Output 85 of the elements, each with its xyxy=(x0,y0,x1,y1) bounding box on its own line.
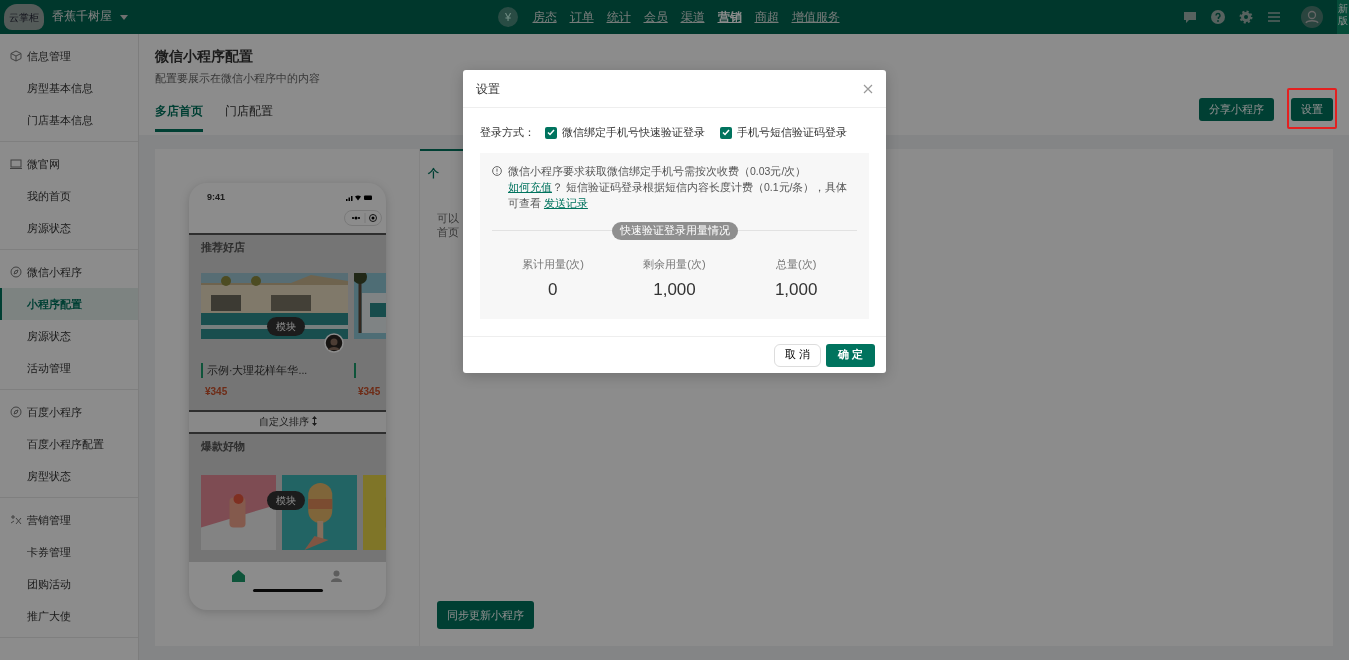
checkbox[interactable] xyxy=(720,126,732,139)
checkbox[interactable] xyxy=(545,126,557,139)
checkbox-label[interactable]: 手机号短信验证码登录 xyxy=(737,125,847,141)
sidebar-item[interactable]: 卡券管理 xyxy=(0,536,138,568)
section-title: 推荐好店 xyxy=(201,240,246,255)
nav-link[interactable]: 渠道 xyxy=(674,0,711,34)
status-icons xyxy=(346,194,372,201)
nav-link[interactable]: 商超 xyxy=(748,0,785,34)
sidebar-item[interactable]: 小程序配置 xyxy=(0,288,138,320)
card-price: ¥345 xyxy=(205,385,228,400)
settings-icon[interactable] xyxy=(1239,10,1253,24)
field-label: 登录方式： xyxy=(480,125,535,140)
person-icon xyxy=(330,570,344,582)
store-name[interactable]: 香蕉千树屋 xyxy=(52,8,112,26)
sort-icon xyxy=(311,416,317,426)
share-button[interactable]: 分享小程序 xyxy=(1199,98,1274,121)
page-title: 微信小程序配置 xyxy=(155,48,254,65)
avatar-icon[interactable] xyxy=(1301,6,1323,28)
sidebar-item[interactable]: 推广大使 xyxy=(0,600,138,632)
dialog-title: 设置 xyxy=(476,80,500,98)
sidebar-item[interactable]: 房源状态 xyxy=(0,212,138,244)
sidebar-group-title[interactable]: 微信小程序 xyxy=(27,263,82,281)
cube-icon xyxy=(10,50,22,62)
laptop-icon xyxy=(10,158,22,170)
sidebar-item[interactable]: 活动管理 xyxy=(0,352,138,384)
nav-link[interactable]: 会员 xyxy=(637,0,674,34)
sidebar-group-title[interactable]: 信息管理 xyxy=(27,47,71,65)
sidebar-group-title[interactable]: 营销管理 xyxy=(27,511,71,529)
stat-label: 总量(次) xyxy=(775,256,818,272)
page-subtitle: 配置要展示在微信小程序中的内容 xyxy=(155,70,321,86)
sidebar-item[interactable]: 团购活动 xyxy=(0,568,138,600)
tab[interactable]: 门店配置 xyxy=(225,103,273,132)
nav-link[interactable]: 统计 xyxy=(600,0,637,34)
module-label[interactable]: 模块 xyxy=(267,317,305,336)
sidebar-item[interactable]: 百度小程序配置 xyxy=(0,428,138,460)
stat-label: 剩余用量(次) xyxy=(642,256,707,272)
home-indicator xyxy=(252,589,323,592)
nav-link[interactable]: 增值服务 xyxy=(785,0,846,34)
sidebar-item[interactable]: 房型状态 xyxy=(0,460,138,492)
stat-value: 0 xyxy=(547,279,559,301)
confirm-button[interactable]: 确 定 xyxy=(826,343,875,367)
sort-bar[interactable]: 自定义排序 xyxy=(189,410,386,432)
sparkle-icon xyxy=(10,514,22,526)
sidebar-item[interactable]: 门店基本信息 xyxy=(0,104,138,136)
sync-button[interactable]: 同步更新小程序 xyxy=(437,601,534,629)
capsule-icon[interactable] xyxy=(344,210,382,226)
home-icon xyxy=(231,570,245,582)
recharge-link[interactable]: 如何充值 xyxy=(508,180,552,193)
settings-button[interactable]: 设置 xyxy=(1291,98,1333,121)
panel-text: 可以 xyxy=(437,211,460,225)
nav-link[interactable]: 房态 xyxy=(526,0,563,34)
cancel-button[interactable]: 取 消 xyxy=(774,343,822,367)
panel-text: 首页 xyxy=(437,225,460,239)
checkbox-label[interactable]: 微信绑定手机号快速验证登录 xyxy=(562,125,705,141)
compass-icon xyxy=(10,266,22,278)
info-icon xyxy=(492,165,502,176)
stat-value: 1,000 xyxy=(773,279,819,301)
compass-icon xyxy=(10,406,22,418)
nav-link[interactable]: 营销 xyxy=(711,0,748,34)
menu-icon[interactable] xyxy=(1267,11,1281,23)
tab[interactable]: 多店首页 xyxy=(155,103,203,132)
nav-link[interactable]: 订单 xyxy=(563,0,600,34)
caret-icon[interactable] xyxy=(120,14,128,20)
close-icon[interactable] xyxy=(863,83,873,94)
status-time: 9:41 xyxy=(207,190,225,204)
stat-label: 累计用量(次) xyxy=(520,256,585,272)
avatar-icon xyxy=(324,332,344,353)
version-tab[interactable]: 新版 xyxy=(1337,0,1349,34)
notice-text: 微信小程序要求获取微信绑定手机号需按次收费（0.03元/次） 如何充值？ 短信验证码登录根据短信内容长度计费（0.1元/条），具体可查看 发送记录 xyxy=(508,163,849,211)
sidebar-group-title[interactable]: 微官网 xyxy=(27,155,60,173)
card-title: 示例·大理花样年华... xyxy=(201,362,348,379)
card-price: ¥345 xyxy=(358,385,381,400)
sidebar-item[interactable]: 我的首页 xyxy=(0,180,138,212)
module-label[interactable]: 模块 xyxy=(267,491,305,510)
stat-value: 1,000 xyxy=(652,279,697,301)
sidebar-item[interactable]: 房源状态 xyxy=(0,320,138,352)
sidebar-item[interactable]: 房型基本信息 xyxy=(0,72,138,104)
currency-icon[interactable]: ¥ xyxy=(498,7,518,27)
help-icon[interactable] xyxy=(1211,10,1225,24)
send-record-link[interactable]: 发送记录 xyxy=(543,196,588,209)
section-title: 爆款好物 xyxy=(201,439,246,454)
chat-icon[interactable] xyxy=(1183,10,1197,24)
sidebar-group-title[interactable]: 百度小程序 xyxy=(27,403,82,421)
logo: 云掌柜 xyxy=(4,4,44,30)
usage-pill: 快速验证登录用量情况 xyxy=(611,221,738,240)
